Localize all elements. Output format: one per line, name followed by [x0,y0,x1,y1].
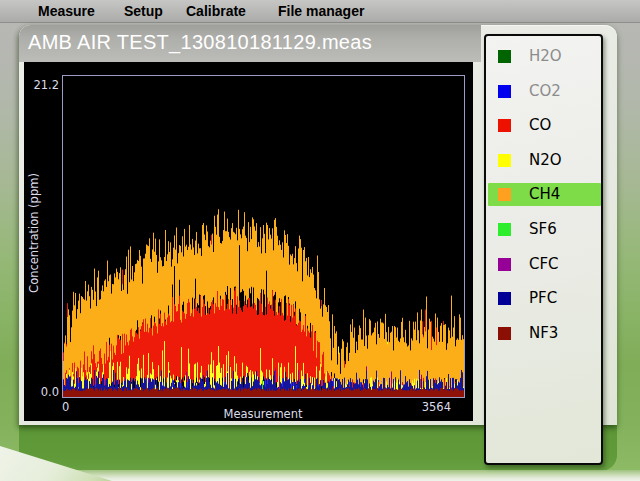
y-axis-title: Concentration (ppm) [27,173,41,293]
legend-label-co: CO [529,117,551,134]
legend-label-pfc: PFC [529,290,557,307]
menu-item-setup[interactable]: Setup [124,0,163,22]
window-title: AMB AIR TEST_130810181129.meas [28,31,372,54]
legend-swatch-cfc [498,258,511,271]
legend-swatch-ch4 [498,188,511,201]
legend-item-ch4[interactable]: CH4 [487,183,600,206]
x-axis-max-label: 3564 [422,400,451,414]
legend-item-h2o[interactable]: H2O [487,45,600,68]
legend-item-n2o[interactable]: N2O [487,149,600,172]
legend-swatch-n2o [498,154,511,167]
x-axis-min-label: 0 [62,400,69,414]
legend-label-sf6: SF6 [529,221,557,238]
gas-legend-panel: H2O CO2 CO N2O CH4 SF6 CFC PFC NF3 [484,34,603,465]
concentration-chart: 21.2 0.0 Concentration (ppm) 0 3564 Measureme… [24,62,473,421]
legend-swatch-h2o [498,50,511,63]
y-axis-min-label: 0.0 [41,385,59,399]
legend-label-h2o: H2O [529,48,562,65]
legend-item-cfc[interactable]: CFC [487,253,600,276]
legend-item-pfc[interactable]: PFC [487,287,600,310]
legend-label-nf3: NF3 [529,325,558,342]
legend-swatch-nf3 [498,327,511,340]
legend-label-co2: CO2 [529,83,561,100]
legend-label-ch4: CH4 [529,186,560,203]
legend-item-co2[interactable]: CO2 [487,80,600,103]
window-title-bar: AMB AIR TEST_130810181129.meas [19,25,481,62]
y-axis-max-label: 21.2 [33,78,59,92]
app-background: Measure Setup Calibrate File manager AMB AI… [0,0,640,481]
legend-label-cfc: CFC [529,256,559,273]
x-axis-title: Measurement [224,407,303,421]
legend-swatch-pfc [498,292,511,305]
legend-item-nf3[interactable]: NF3 [487,322,600,345]
legend-item-co[interactable]: CO [487,114,600,137]
legend-swatch-sf6 [498,223,511,236]
menu-bar: Measure Setup Calibrate File manager [0,0,640,23]
legend-item-sf6[interactable]: SF6 [487,218,600,241]
chart-canvas: 21.2 0.0 Concentration (ppm) 0 3564 Measureme… [24,62,473,421]
menu-item-file-manager[interactable]: File manager [278,0,364,22]
legend-swatch-co [498,119,511,132]
legend-swatch-co2 [498,85,511,98]
menu-item-measure[interactable]: Measure [38,0,95,22]
menu-item-calibrate[interactable]: Calibrate [186,0,246,22]
legend-label-n2o: N2O [529,152,562,169]
